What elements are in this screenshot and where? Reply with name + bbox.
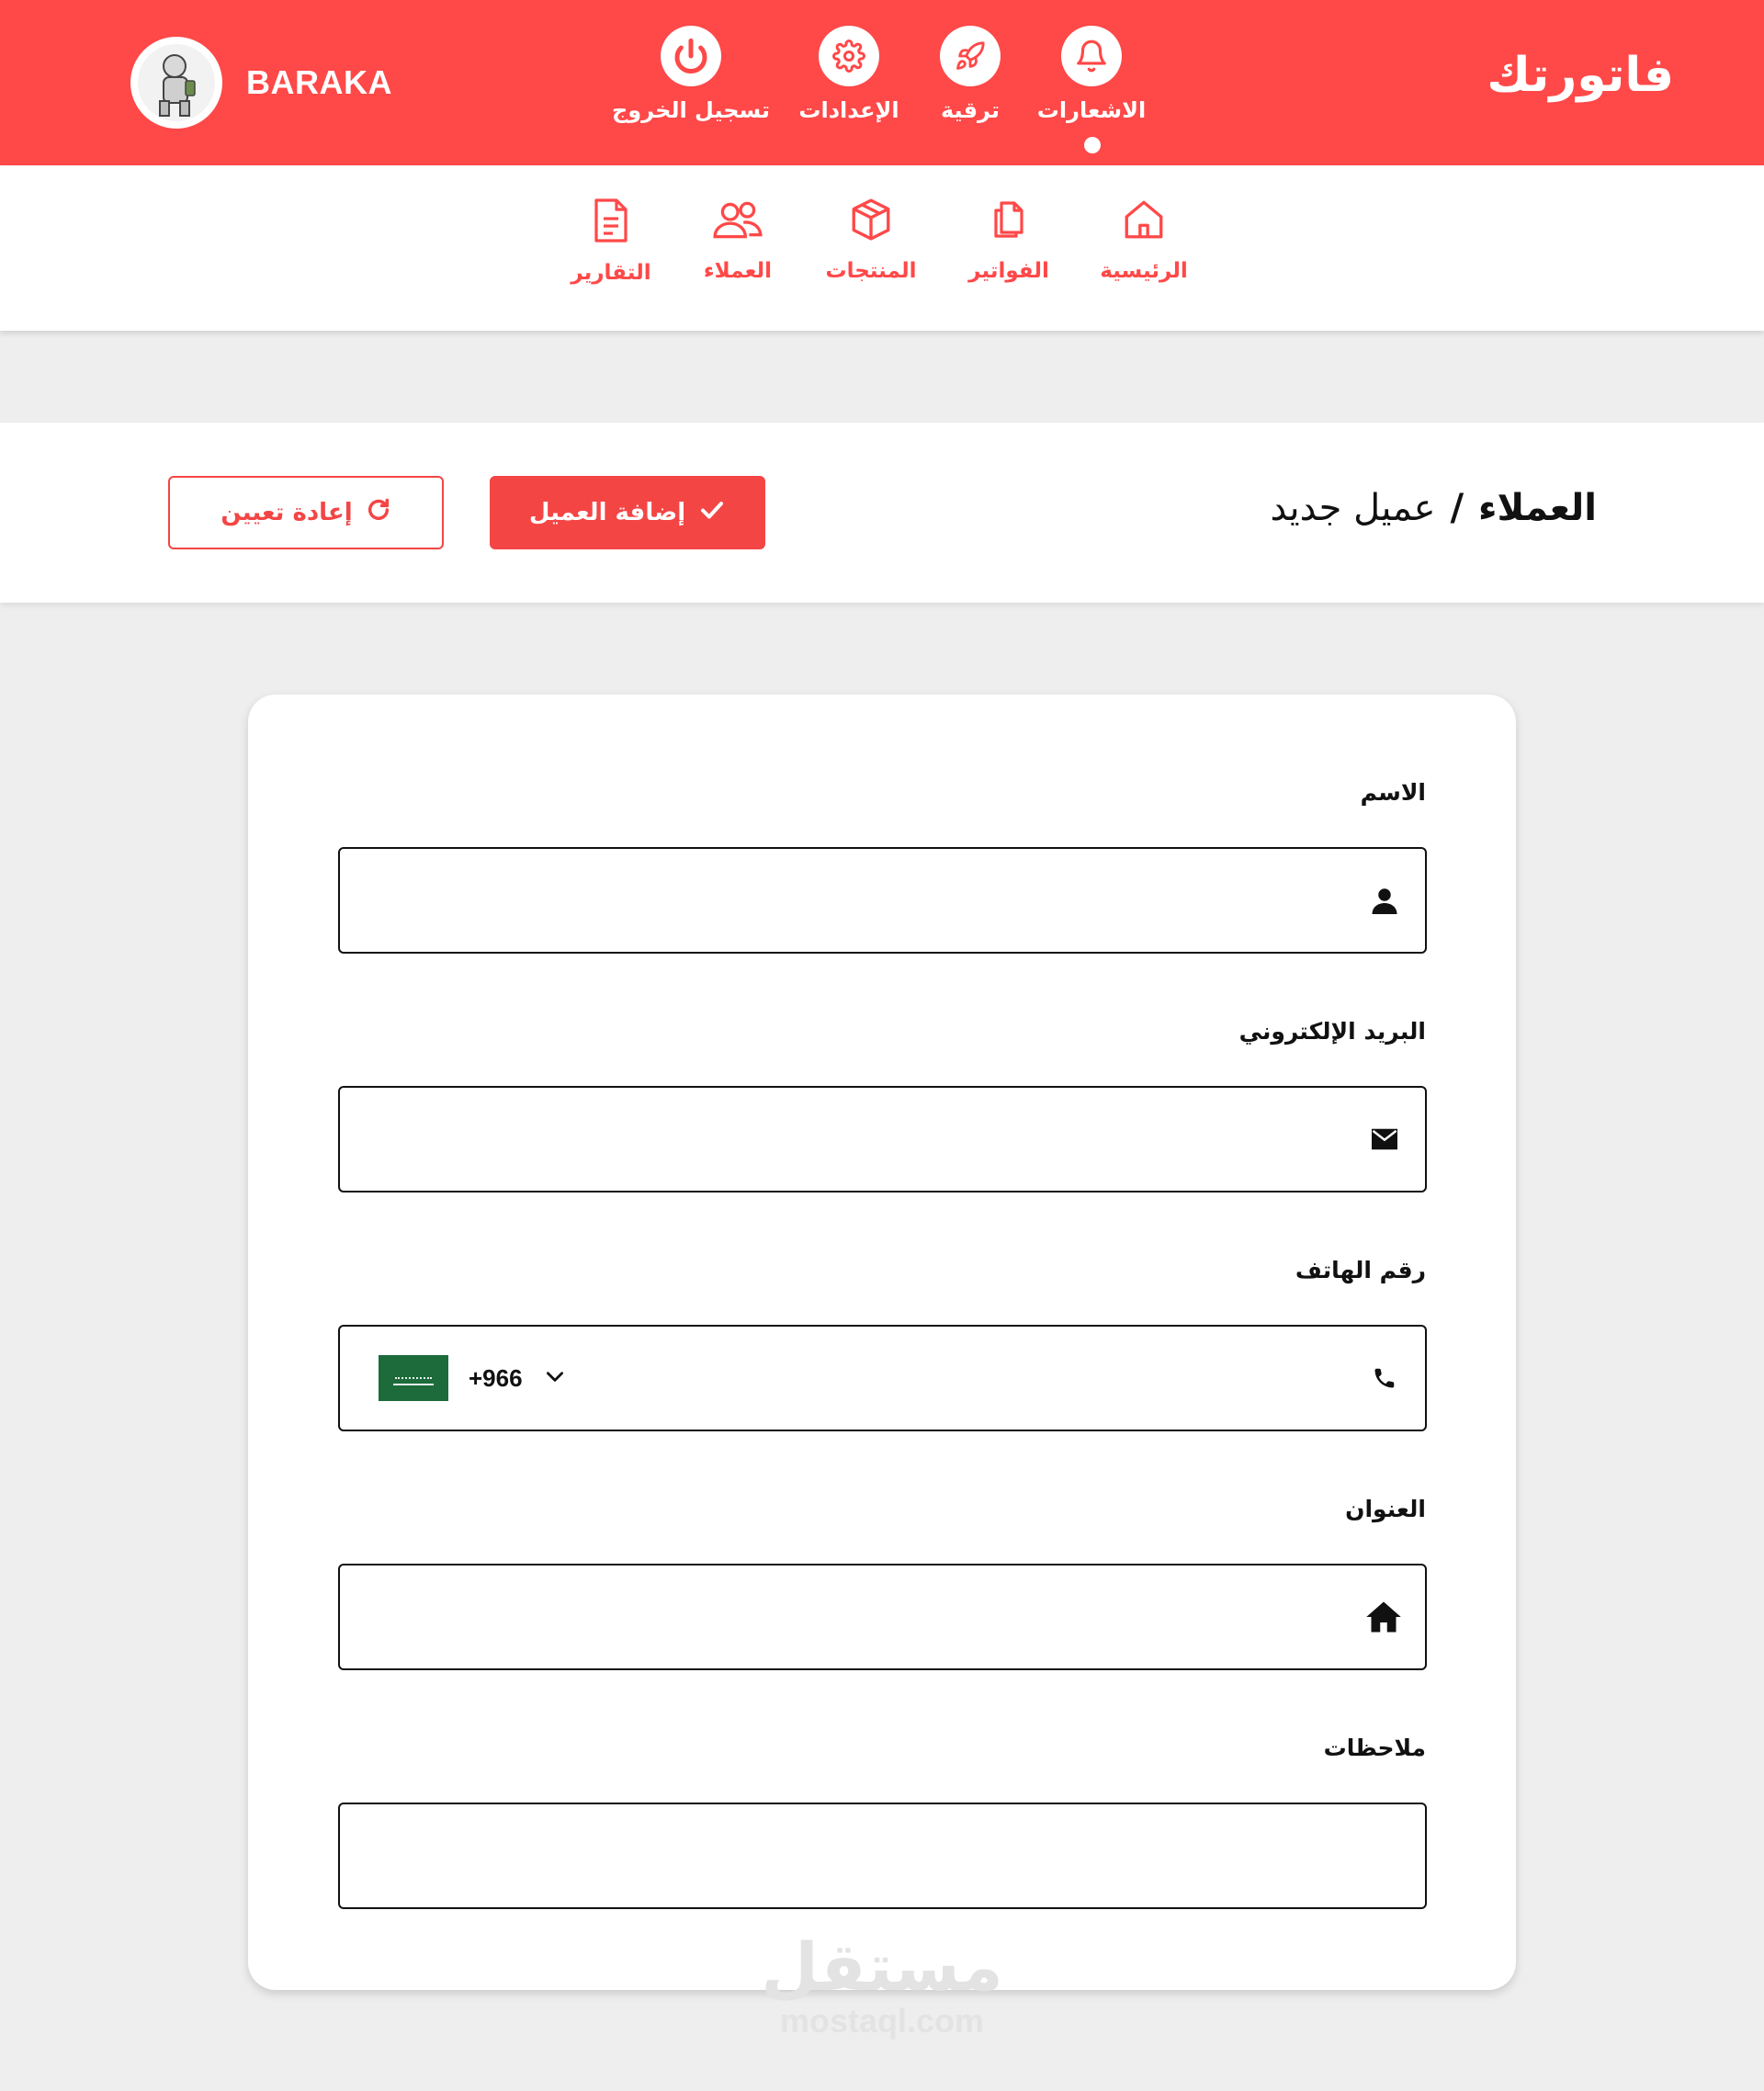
- envelope-icon: [1366, 1121, 1403, 1158]
- breadcrumb-current: عميل جديد: [1270, 487, 1436, 529]
- nav-label-invoices: الفواتير: [968, 259, 1049, 283]
- home-icon: [1363, 1597, 1404, 1637]
- add-customer-button[interactable]: إضافة العميل: [490, 476, 765, 549]
- user-profile[interactable]: BARAKA: [130, 37, 392, 129]
- email-field[interactable]: [338, 1086, 1427, 1192]
- reset-label: إعادة تعيين: [220, 499, 353, 526]
- username: BARAKA: [246, 63, 392, 101]
- upgrade-label: ترقية: [940, 97, 1000, 123]
- nav-label-home: الرئيسية: [1100, 259, 1188, 283]
- email-label: البريد الإلكتروني: [1238, 1018, 1426, 1045]
- settings-label: الإعدادات: [798, 97, 899, 123]
- nav-item-products[interactable]: المنتجات: [802, 197, 940, 283]
- gear-icon: [819, 26, 879, 86]
- logout-button[interactable]: تسجيل الخروج: [608, 26, 774, 123]
- house-icon: [1121, 197, 1167, 246]
- avatar: [130, 37, 222, 129]
- dial-code: +966: [469, 1363, 523, 1392]
- box-icon: [848, 197, 894, 246]
- nav-item-customers[interactable]: العملاء: [669, 197, 807, 283]
- notes-field[interactable]: [338, 1803, 1427, 1909]
- phone-field[interactable]: +966: [338, 1325, 1427, 1431]
- rocket-icon: [940, 26, 1001, 86]
- nav-item-reports[interactable]: التقارير: [542, 197, 680, 285]
- customer-form: الاسم البريد الإلكتروني رقم الهاتف +966 …: [248, 695, 1516, 1990]
- active-indicator-dot: [1084, 137, 1101, 153]
- nav-label-reports: التقارير: [571, 261, 651, 285]
- reset-button[interactable]: إعادة تعيين: [168, 476, 444, 549]
- name-field[interactable]: [338, 847, 1427, 954]
- users-icon: [711, 197, 764, 246]
- nav-label-customers: العملاء: [703, 259, 773, 283]
- saudi-flag-icon: [379, 1355, 448, 1401]
- breadcrumb-separator: /: [1450, 487, 1464, 529]
- notes-label: ملاحظات: [1323, 1735, 1426, 1761]
- power-icon: [661, 26, 721, 86]
- phone-icon: [1366, 1360, 1403, 1396]
- chevron-down-icon: [543, 1364, 567, 1392]
- add-customer-label: إضافة العميل: [528, 499, 686, 526]
- page-header: العملاء / عميل جديد إضافة العميل إعادة تعي…: [0, 423, 1764, 603]
- watermark-latin: mostaql.com: [779, 2002, 985, 2040]
- notifications-label: الاشعارات: [1036, 97, 1147, 123]
- address-label: العنوان: [1345, 1496, 1426, 1522]
- logout-label: تسجيل الخروج: [612, 97, 770, 123]
- report-icon: [590, 197, 632, 248]
- documents-icon: [987, 197, 1031, 246]
- nav-label-products: المنتجات: [825, 259, 917, 283]
- nav-item-home[interactable]: الرئيسية: [1075, 197, 1213, 283]
- breadcrumb: العملاء / عميل جديد: [1271, 487, 1597, 529]
- main-nav: الرئيسية الفواتير المنتجات العملاء التقا…: [0, 165, 1764, 475]
- name-label: الاسم: [1360, 779, 1426, 806]
- settings-button[interactable]: الإعدادات: [766, 26, 932, 123]
- nav-item-invoices[interactable]: الفواتير: [940, 197, 1078, 283]
- address-field[interactable]: [338, 1564, 1427, 1670]
- checkmark-icon: [698, 496, 726, 530]
- top-bar: فاتورتك الاشعارات ترقية الإعدادات تسجيل …: [0, 0, 1764, 165]
- app-brand[interactable]: فاتورتك: [1487, 48, 1674, 103]
- phone-label: رقم الهاتف: [1295, 1257, 1426, 1283]
- breadcrumb-parent[interactable]: العملاء: [1478, 487, 1597, 529]
- bell-icon: [1061, 26, 1122, 86]
- refresh-icon: [366, 497, 391, 529]
- person-icon: [1366, 882, 1403, 919]
- country-code-selector[interactable]: +966: [379, 1355, 567, 1401]
